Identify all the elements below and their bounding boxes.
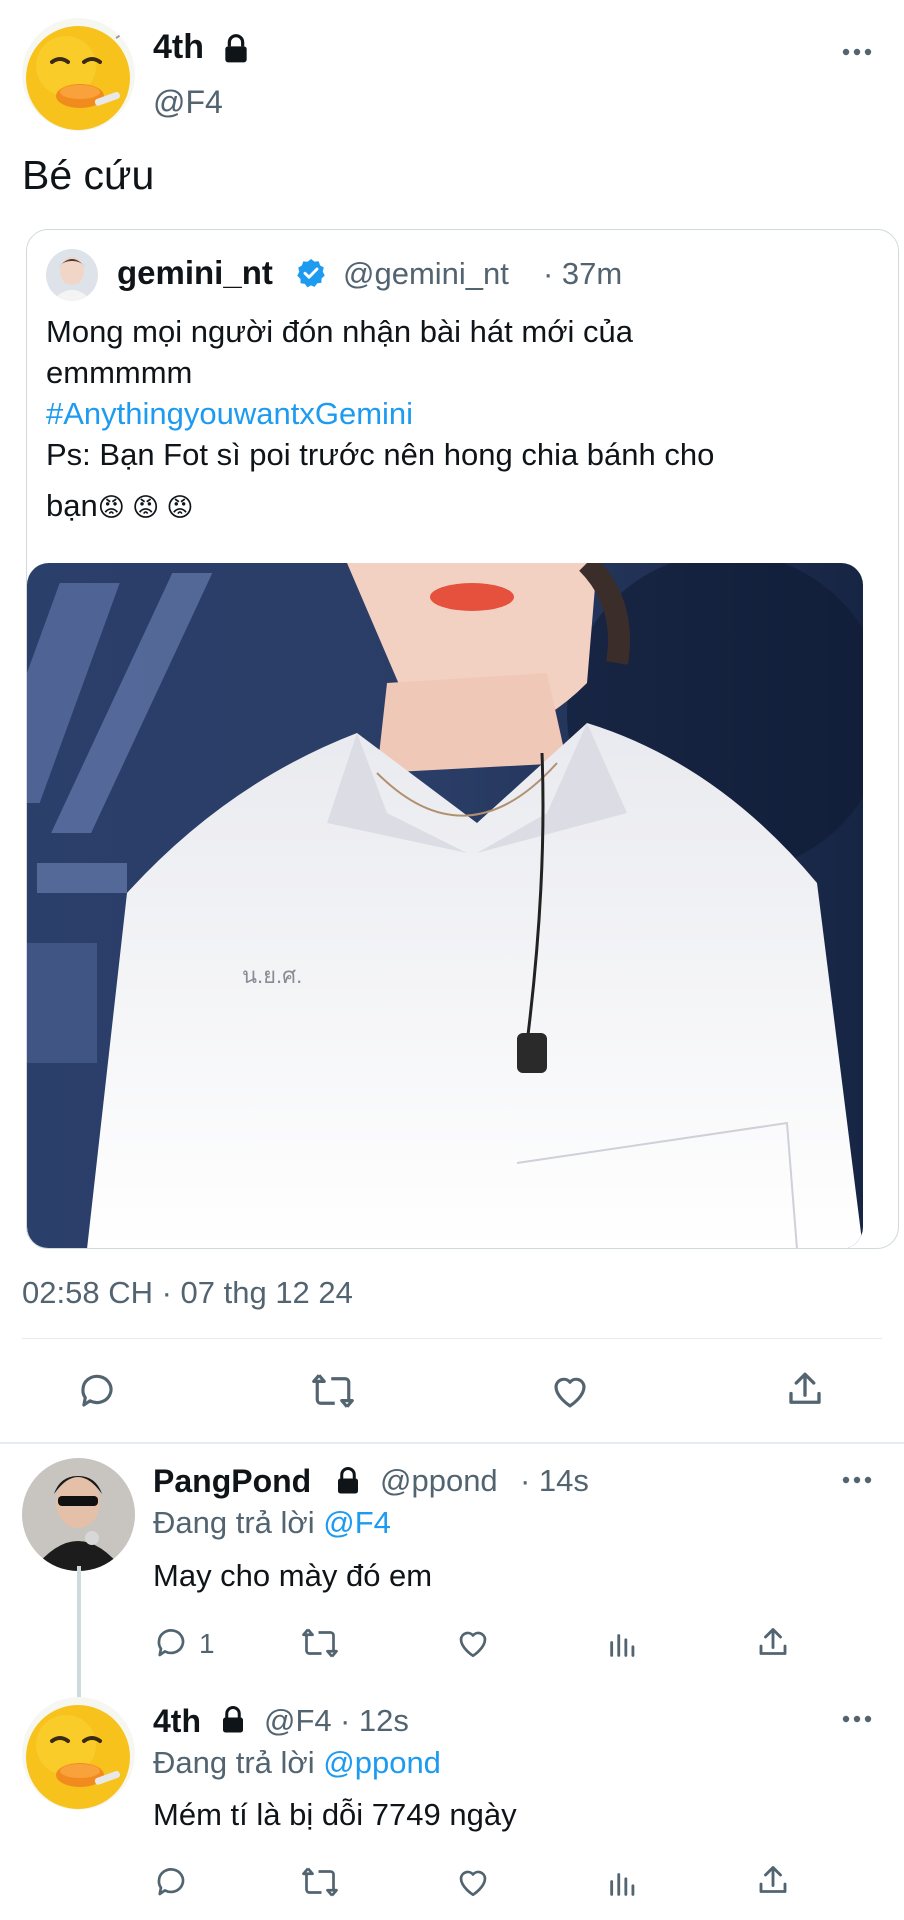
retweet-icon[interactable]	[310, 1370, 356, 1412]
mention-link[interactable]: @ppond	[323, 1745, 441, 1780]
avatar-4th[interactable]	[22, 1697, 135, 1810]
like-icon[interactable]	[454, 1625, 492, 1661]
quoted-text-line1: Mong mọi người đón nhận bài hát mới của	[46, 314, 634, 349]
like-icon[interactable]	[548, 1370, 592, 1412]
handle[interactable]: @F4	[153, 84, 223, 121]
reply-icon[interactable]	[76, 1370, 118, 1412]
avatar-pangpond[interactable]	[22, 1458, 135, 1571]
share-icon[interactable]	[784, 1368, 826, 1412]
retweet-icon[interactable]	[300, 1864, 340, 1900]
reply2-display-name[interactable]: 4th	[153, 1703, 201, 1740]
more-options-icon[interactable]	[842, 1715, 872, 1723]
divider	[22, 1338, 882, 1339]
reply2-text: Mém tí là bị dỗi 7749 ngày	[153, 1797, 517, 1832]
tweet-timestamp: 02:58 CH · 07 thg 12 24	[22, 1275, 353, 1310]
display-name[interactable]: 4th	[153, 28, 204, 67]
like-icon[interactable]	[454, 1864, 492, 1900]
lock-icon	[218, 1705, 248, 1735]
reply1-handle[interactable]: @ppond	[380, 1463, 498, 1499]
thread-line	[77, 1566, 81, 1704]
share-icon[interactable]	[755, 1624, 791, 1662]
reply2-handle[interactable]: @F4	[264, 1703, 332, 1739]
reply1-replying-to: Đang trả lời @F4	[153, 1505, 391, 1541]
reply-count: 1	[199, 1628, 215, 1659]
tweet-photo[interactable]: น.ย.ศ.	[27, 563, 863, 1248]
avatar-4th[interactable]	[22, 18, 135, 131]
quoted-handle[interactable]: @gemini_nt	[343, 256, 509, 292]
more-options-icon[interactable]	[842, 48, 872, 56]
reply2-replying-to: Đang trả lời @ppond	[153, 1745, 441, 1781]
share-icon[interactable]	[755, 1862, 791, 1900]
verified-icon	[295, 257, 327, 294]
reply-icon[interactable]	[153, 1864, 189, 1900]
avatar-gemini[interactable]	[46, 249, 98, 301]
quoted-text-line4-text: bạn	[46, 488, 98, 523]
reply1-display-name[interactable]: PangPond	[153, 1463, 311, 1500]
reply2-time: · 12s	[340, 1703, 409, 1738]
quoted-display-name[interactable]: gemini_nt	[117, 254, 273, 292]
analytics-icon[interactable]	[606, 1866, 640, 1900]
quoted-text-line2: emmmmm	[46, 355, 193, 390]
quoted-tweet-card[interactable]: gemini_nt @gemini_nt · 37m Mong mọi ngườ…	[26, 229, 899, 1249]
hashtag-link[interactable]: #AnythingyouwantxGemini	[46, 396, 413, 432]
mention-link[interactable]: @F4	[323, 1505, 391, 1540]
tweet-text: Bé cứu	[22, 152, 155, 198]
replying-prefix: Đang trả lời	[153, 1745, 315, 1780]
quoted-time: · 37m	[543, 256, 623, 291]
divider	[0, 1442, 904, 1444]
quoted-text-line4: bạn😡 😡 😡	[46, 488, 194, 524]
replying-prefix: Đang trả lời	[153, 1505, 315, 1540]
more-options-icon[interactable]	[842, 1476, 872, 1484]
reply-icon[interactable]	[153, 1625, 189, 1661]
lock-icon	[220, 33, 252, 65]
reply1-text: May cho mày đó em	[153, 1558, 433, 1593]
lock-icon	[333, 1466, 363, 1496]
quoted-text-line3: Ps: Bạn Fot sì poi trước nên hong chia b…	[46, 437, 715, 472]
angry-emojis: 😡 😡 😡	[97, 492, 194, 522]
analytics-icon[interactable]	[606, 1627, 640, 1661]
shirt-embroidery: น.ย.ศ.	[242, 963, 302, 988]
retweet-icon[interactable]	[300, 1625, 340, 1661]
reply1-time: · 14s	[520, 1463, 589, 1498]
